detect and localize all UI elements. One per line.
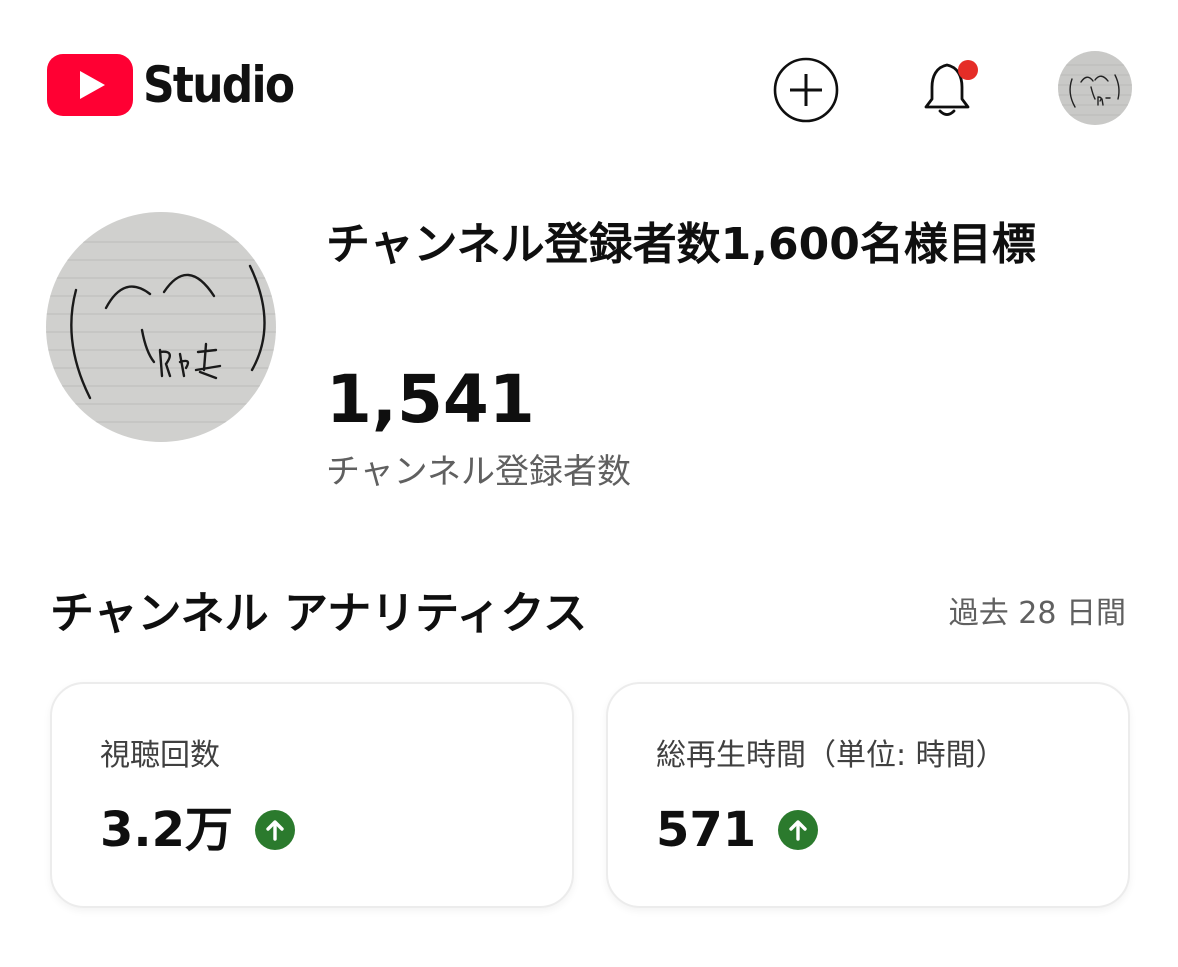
subscriber-goal-title: チャンネル登録者数1,600名様目標 [326,219,1036,270]
studio-logo[interactable]: Studio [47,54,314,116]
channel-avatar-drawing-icon [46,212,276,442]
youtube-logo-icon [47,54,133,116]
watch-time-value: 571 [656,802,757,858]
watch-time-label: 総再生時間（単位: 時間） [656,738,1006,773]
logo-text: Studio [143,56,295,114]
watch-time-card[interactable]: 総再生時間（単位: 時間） 571 [606,682,1130,908]
watch-time-value-row: 571 [656,800,819,860]
avatar-drawing-icon [1058,51,1132,125]
views-value: 3.2万 [100,802,234,858]
subscriber-count: 1,541 [326,361,535,438]
notification-bell-icon [924,60,978,116]
views-label: 視聴回数 [100,738,220,773]
notification-dot [958,60,978,80]
channel-avatar [46,212,276,442]
notifications-button[interactable] [920,55,982,121]
top-app-bar: Studio [0,0,1178,180]
trend-up-icon [778,810,819,850]
views-value-row: 3.2万 [100,800,296,860]
subscriber-count-label: チャンネル登録者数 [326,452,631,492]
account-avatar[interactable] [1058,51,1132,125]
create-plus-icon [773,57,839,123]
analytics-period: 過去 28 日間 [948,596,1126,631]
views-card[interactable]: 視聴回数 3.2万 [50,682,574,908]
analytics-section-title: チャンネル アナリティクス [50,588,588,639]
trend-up-icon [255,810,296,850]
create-button[interactable] [773,57,839,123]
